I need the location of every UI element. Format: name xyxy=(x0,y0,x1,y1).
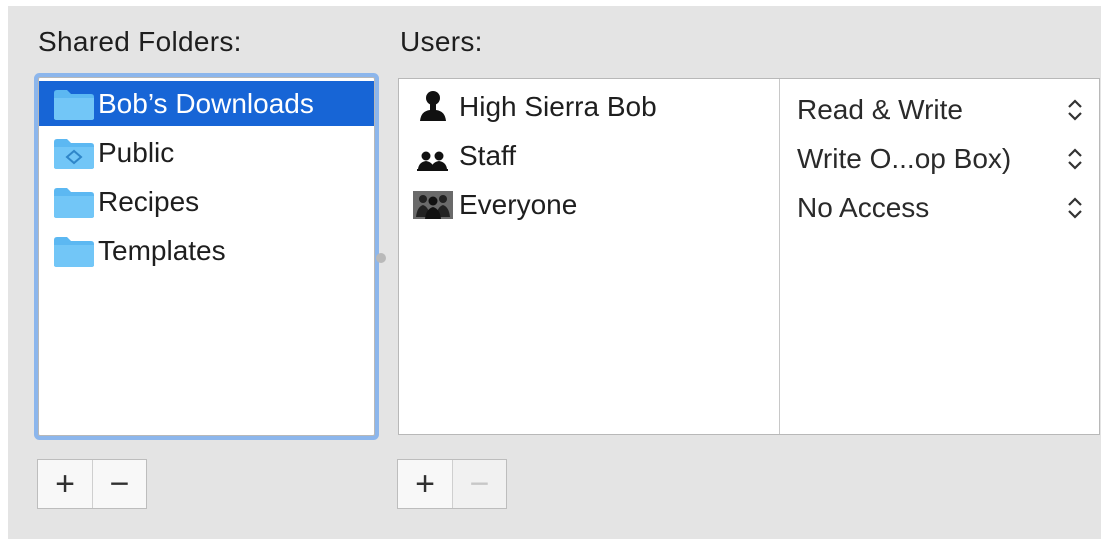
add-folder-button[interactable]: + xyxy=(38,460,92,508)
folder-item-recipes[interactable]: Recipes xyxy=(39,179,374,224)
group-icon xyxy=(417,151,448,171)
folder-add-remove-buttons: + − xyxy=(37,459,147,509)
remove-user-button: − xyxy=(452,460,506,508)
shared-folders-list[interactable]: Bob’s Downloads Public Recipes Templates xyxy=(38,77,375,436)
folder-item-bobs-downloads[interactable]: Bob’s Downloads xyxy=(39,81,374,126)
user-name: Staff xyxy=(459,140,517,171)
folder-name: Bob’s Downloads xyxy=(98,88,314,119)
up-down-chevron-icon xyxy=(1068,148,1082,170)
folder-name: Public xyxy=(98,137,175,168)
split-view-handle[interactable] xyxy=(376,253,386,263)
users-label: Users: xyxy=(400,26,483,57)
permission-value: Read & Write xyxy=(797,94,963,125)
up-down-chevron-icon xyxy=(1068,99,1082,121)
folder-item-public[interactable]: Public xyxy=(39,130,374,175)
up-down-chevron-icon xyxy=(1068,197,1082,219)
permission-value: No Access xyxy=(797,192,930,223)
folder-icon xyxy=(54,237,94,267)
user-name: High Sierra Bob xyxy=(459,91,657,122)
folder-icon xyxy=(54,188,94,218)
remove-folder-button[interactable]: − xyxy=(92,460,146,508)
folder-icon xyxy=(54,90,94,120)
users-table[interactable]: High Sierra Bob Read & Write Staff Write… xyxy=(398,78,1100,435)
user-row-staff[interactable]: Staff Write O...op Box) xyxy=(399,134,1099,182)
folder-name: Recipes xyxy=(98,186,200,217)
user-add-remove-buttons: + − xyxy=(397,459,507,509)
add-user-button[interactable]: + xyxy=(398,460,452,508)
everyone-icon xyxy=(413,191,453,219)
shared-folders-label: Shared Folders: xyxy=(38,26,242,57)
user-row-everyone[interactable]: Everyone No Access xyxy=(399,183,1099,231)
permission-select[interactable]: Read & Write xyxy=(785,85,1095,133)
permission-select[interactable]: No Access xyxy=(785,183,1095,231)
folder-item-templates[interactable]: Templates xyxy=(39,228,374,273)
folder-name: Templates xyxy=(98,235,226,266)
permission-select[interactable]: Write O...op Box) xyxy=(785,134,1095,182)
single-user-icon xyxy=(420,91,446,121)
permission-value: Write O...op Box) xyxy=(797,143,1012,174)
sharing-panel: Shared Folders: Users: Bob’s Downloads P… xyxy=(8,6,1101,539)
user-name: Everyone xyxy=(459,189,578,220)
public-folder-icon xyxy=(54,139,94,169)
user-row-high-sierra-bob[interactable]: High Sierra Bob Read & Write xyxy=(399,85,1099,133)
